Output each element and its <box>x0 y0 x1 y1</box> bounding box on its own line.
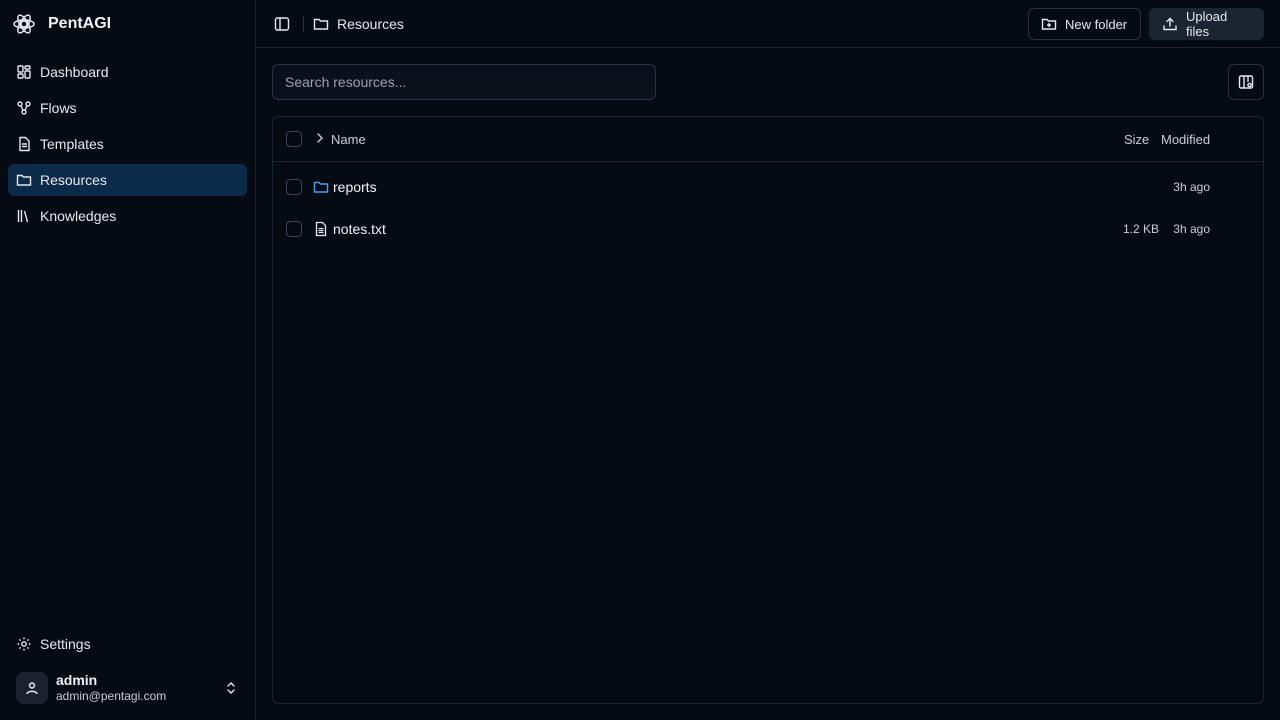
table-header: Name Size Modified <box>273 117 1263 162</box>
chevron-right-icon[interactable] <box>313 131 327 145</box>
sidebar-toggle-button[interactable] <box>270 12 294 36</box>
row-checkbox[interactable] <box>286 221 302 237</box>
sidebar-item-dashboard[interactable]: Dashboard <box>8 56 247 88</box>
gear-icon <box>16 636 32 652</box>
sidebar-item-templates[interactable]: Templates <box>8 128 247 160</box>
upload-files-button[interactable]: Upload files <box>1149 8 1264 40</box>
search-input[interactable] <box>272 64 656 100</box>
file-text-icon <box>313 221 329 237</box>
row-modified: 3h ago <box>1173 180 1210 194</box>
new-folder-label: New folder <box>1065 16 1128 32</box>
sidebar-item-label: Flows <box>40 100 77 116</box>
sidebar-item-resources[interactable]: Resources <box>8 164 247 196</box>
app-window: PentAGI Dashboard Flows Templates Resour… <box>0 0 1280 720</box>
flows-icon <box>16 100 32 116</box>
app-name: PentAGI <box>48 15 112 32</box>
user-menu[interactable]: admin admin@pentagi.com <box>8 664 247 712</box>
upload-icon <box>1162 16 1178 32</box>
folder-icon <box>313 179 329 195</box>
avatar <box>16 672 48 704</box>
row-name-label: reports <box>333 179 377 195</box>
main-content: Resources New folder Upload files Search… <box>256 0 1280 720</box>
table-row[interactable]: reports 3h ago <box>273 166 1263 208</box>
sidebar-item-flows[interactable]: Flows <box>8 92 247 124</box>
columns-settings-icon <box>1238 74 1254 90</box>
user-email: admin@pentagi.com <box>56 689 167 703</box>
table-row[interactable]: notes.txt 1.2 KB 3h ago <box>273 208 1263 250</box>
select-all-checkbox[interactable] <box>286 131 302 147</box>
folder-icon <box>16 172 32 188</box>
upload-label: Upload files <box>1186 9 1228 39</box>
dashboard-icon <box>16 64 32 80</box>
sidebar: PentAGI Dashboard Flows Templates Resour… <box>0 0 256 720</box>
library-icon <box>16 208 32 224</box>
templates-icon <box>16 136 32 152</box>
brand[interactable]: PentAGI <box>12 12 111 36</box>
settings-label: Settings <box>40 636 91 652</box>
panel-left-icon <box>274 16 290 32</box>
sidebar-item-settings[interactable]: Settings <box>8 628 247 660</box>
sidebar-item-label: Knowledges <box>40 208 117 224</box>
divider <box>303 16 304 32</box>
sidebar-item-knowledges[interactable]: Knowledges <box>8 200 247 232</box>
sidebar-item-label: Resources <box>40 172 107 188</box>
new-folder-button[interactable]: New folder <box>1028 8 1141 40</box>
sidebar-item-label: Dashboard <box>40 64 109 80</box>
logo-icon <box>12 12 36 36</box>
folder-plus-icon <box>1041 16 1057 32</box>
top-bar: Resources New folder Upload files <box>256 0 1280 48</box>
sidebar-nav: Dashboard Flows Templates Resources Know… <box>8 56 247 236</box>
column-header-modified[interactable]: Modified <box>1161 132 1210 147</box>
column-settings-button[interactable] <box>1228 64 1264 100</box>
folder-icon <box>313 16 329 32</box>
column-header-name[interactable]: Name <box>331 132 366 147</box>
row-name[interactable]: reports <box>313 177 377 197</box>
sidebar-item-label: Templates <box>40 136 104 152</box>
row-checkbox[interactable] <box>286 179 302 195</box>
breadcrumb-label: Resources <box>337 16 404 32</box>
row-name-label: notes.txt <box>333 221 386 237</box>
row-modified: 3h ago <box>1173 222 1210 236</box>
user-icon <box>24 680 40 696</box>
breadcrumb: Resources <box>313 14 404 34</box>
resources-table: Name Size Modified reports 3h ago notes.… <box>272 116 1264 704</box>
chevrons-up-down-icon[interactable] <box>223 680 239 696</box>
row-name[interactable]: notes.txt <box>313 219 386 239</box>
row-size: 1.2 KB <box>1122 222 1159 236</box>
column-header-size[interactable]: Size <box>1124 132 1149 147</box>
user-name: admin <box>56 672 98 688</box>
user-info: admin admin@pentagi.com <box>56 672 166 704</box>
